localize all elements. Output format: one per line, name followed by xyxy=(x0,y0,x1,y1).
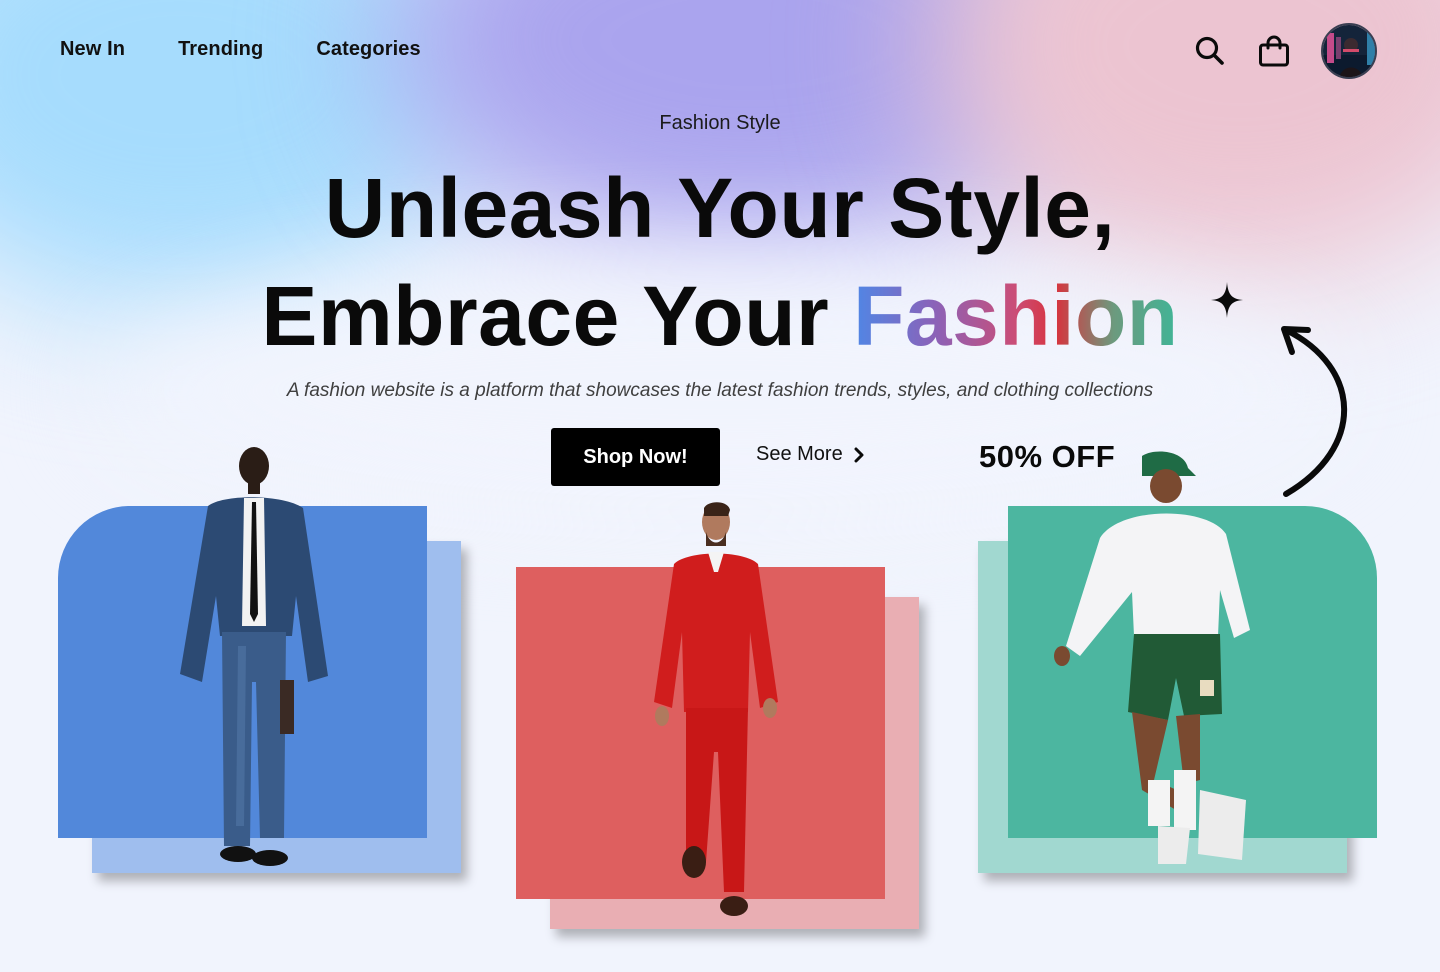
nav-trending[interactable]: Trending xyxy=(178,38,263,61)
nav-categories[interactable]: Categories xyxy=(316,38,420,61)
see-more-label: See More xyxy=(756,443,843,465)
see-more-link[interactable]: See More xyxy=(756,443,865,466)
main-nav: New In Trending Categories xyxy=(60,38,421,61)
avatar[interactable] xyxy=(1321,23,1377,79)
chevron-right-icon xyxy=(854,447,864,462)
model-red-outfit-image xyxy=(654,502,778,916)
curved-arrow-icon xyxy=(1281,326,1347,497)
headline-line-1: Unleash Your Style, xyxy=(324,161,1116,255)
headline-prefix: Embrace Your xyxy=(261,269,854,363)
nav-new-in[interactable]: New In xyxy=(60,38,125,61)
eyebrow-text: Fashion Style xyxy=(659,112,781,134)
model-denim-outfit-image xyxy=(180,447,328,866)
headline-highlight: Fashion xyxy=(853,269,1179,363)
tagline: A fashion website is a platform that sho… xyxy=(286,380,1154,401)
model-green-shorts-outfit-image xyxy=(1054,451,1250,864)
search-icon[interactable] xyxy=(1192,33,1228,69)
sparkle-icon xyxy=(1211,282,1243,318)
shop-now-button[interactable]: Shop Now! xyxy=(551,428,720,486)
shopping-bag-icon[interactable] xyxy=(1255,32,1293,70)
